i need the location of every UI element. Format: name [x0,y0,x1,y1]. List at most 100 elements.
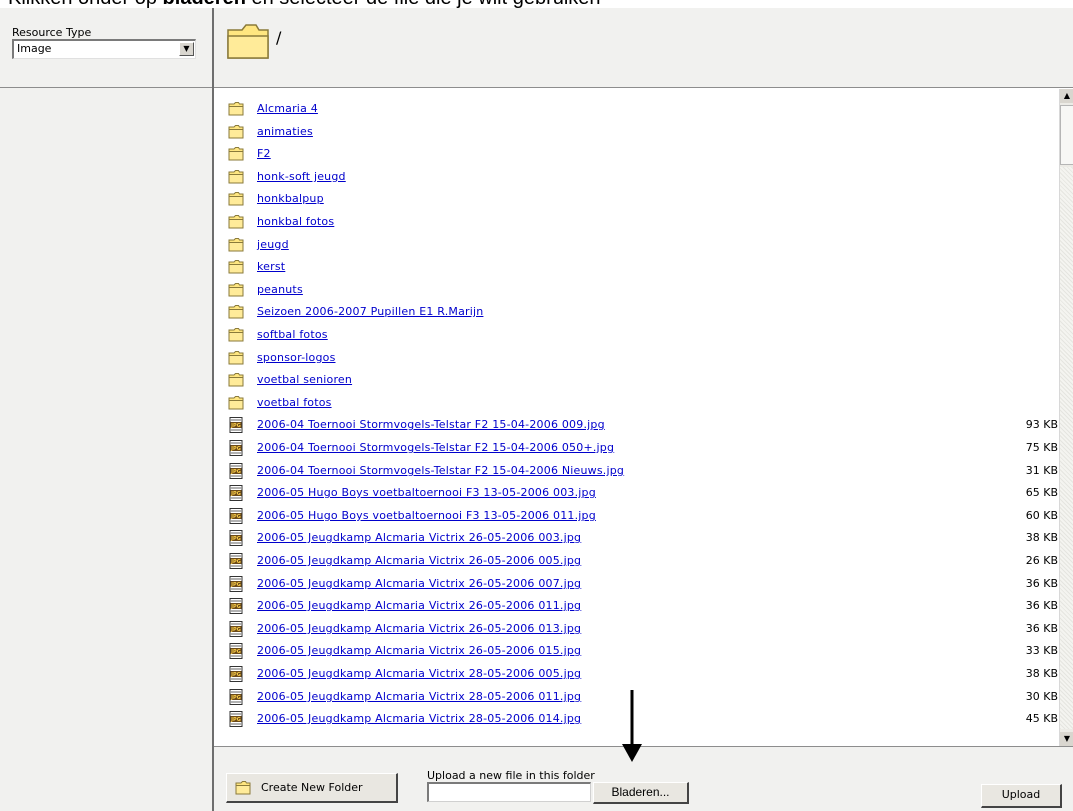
file-row[interactable]: JPG 2006-04 Toernooi Stormvogels-Telstar … [228,460,1058,482]
listing-scrollbar[interactable]: ▲ ▼ [1059,89,1073,746]
jpg-file-icon: JPG [229,463,243,479]
file-link[interactable]: 2006-05 Jeugdkamp Alcmaria Victrix 26-05… [257,554,581,567]
folder-row[interactable]: peanuts [228,279,1058,301]
file-link[interactable]: 2006-04 Toernooi Stormvogels-Telstar F2 … [257,464,624,477]
folder-link[interactable]: voetbal senioren [257,373,352,386]
file-link[interactable]: 2006-05 Jeugdkamp Alcmaria Victrix 26-05… [257,577,581,590]
file-row[interactable]: JPG 2006-05 Jeugdkamp Alcmaria Victrix 26… [228,573,1058,595]
file-row[interactable]: JPG 2006-04 Toernooi Stormvogels-Telstar … [228,437,1058,459]
scroll-thumb[interactable] [1060,105,1073,165]
svg-text:JPG: JPG [230,672,241,678]
file-size: 93 KB [1025,418,1058,431]
folder-icon [228,125,244,139]
folder-link[interactable]: jeugd [257,238,289,251]
scroll-track[interactable] [1060,167,1073,729]
folder-row[interactable]: jeugd [228,234,1058,256]
folder-link[interactable]: animaties [257,125,313,138]
browse-button[interactable]: Bladeren... [593,782,689,804]
create-folder-button[interactable]: Create New Folder [226,773,398,803]
file-link[interactable]: 2006-04 Toernooi Stormvogels-Telstar F2 … [257,441,614,454]
folder-link[interactable]: sponsor-logos [257,351,336,364]
file-path-input[interactable] [427,782,591,802]
svg-text:JPG: JPG [230,582,241,588]
folder-row[interactable]: sponsor-logos [228,347,1058,369]
current-folder-bar: / [214,8,1073,88]
file-row[interactable]: JPG 2006-05 Jeugdkamp Alcmaria Victrix 26… [228,618,1058,640]
folder-link[interactable]: honkbalpup [257,192,324,205]
file-row[interactable]: JPG 2006-05 Hugo Boys voetbaltoernooi F3 … [228,482,1058,504]
file-size: 26 KB [1025,554,1058,567]
folder-link[interactable]: honk-soft jeugd [257,170,346,183]
svg-text:JPG: JPG [230,446,241,452]
file-row[interactable]: JPG 2006-05 Jeugdkamp Alcmaria Victrix 26… [228,527,1058,549]
jpg-file-icon: JPG [229,576,243,592]
folder-row[interactable]: Seizoen 2006-2007 Pupillen E1 R.Marijn [228,301,1058,323]
folder-link[interactable]: F2 [257,147,271,160]
folder-row[interactable]: Alcmaria 4 [228,98,1058,120]
folder-row[interactable]: honk-soft jeugd [228,166,1058,188]
jpg-file-icon: JPG [229,440,243,456]
annotation-arrow-icon [622,690,642,762]
jpg-file-icon: JPG [229,530,243,546]
folder-link[interactable]: kerst [257,260,285,273]
folder-icon [228,351,244,365]
file-size: 65 KB [1025,486,1058,499]
resource-type-select[interactable]: Image ▼ [12,39,196,59]
file-row[interactable]: JPG 2006-05 Hugo Boys voetbaltoernooi F3 … [228,505,1058,527]
file-row[interactable]: JPG 2006-05 Jeugdkamp Alcmaria Victrix 26… [228,550,1058,572]
jpg-file-icon: JPG [229,689,243,705]
folder-row[interactable]: F2 [228,143,1058,165]
file-row[interactable]: JPG 2006-05 Jeugdkamp Alcmaria Victrix 26… [228,640,1058,662]
folder-row[interactable]: voetbal fotos [228,392,1058,414]
resource-type-panel: Resource Type Image ▼ [0,8,212,811]
folder-link[interactable]: peanuts [257,283,303,296]
create-folder-label: Create New Folder [261,781,363,794]
file-link[interactable]: 2006-05 Jeugdkamp Alcmaria Victrix 28-05… [257,712,581,725]
jpg-file-icon: JPG [229,508,243,524]
folder-link[interactable]: softbal fotos [257,328,328,341]
svg-text:JPG: JPG [230,491,241,497]
chevron-down-icon[interactable]: ▼ [179,42,194,56]
svg-text:JPG: JPG [230,695,241,701]
scroll-up-icon[interactable]: ▲ [1060,89,1073,103]
file-link[interactable]: 2006-05 Jeugdkamp Alcmaria Victrix 26-05… [257,531,581,544]
svg-text:JPG: JPG [230,649,241,655]
folder-row[interactable]: voetbal senioren [228,369,1058,391]
file-row[interactable]: JPG 2006-05 Jeugdkamp Alcmaria Victrix 26… [228,595,1058,617]
file-link[interactable]: 2006-05 Hugo Boys voetbaltoernooi F3 13-… [257,486,596,499]
file-size: 33 KB [1025,644,1058,657]
svg-text:JPG: JPG [230,717,241,723]
file-link[interactable]: 2006-05 Hugo Boys voetbaltoernooi F3 13-… [257,509,596,522]
file-link[interactable]: 2006-05 Jeugdkamp Alcmaria Victrix 26-05… [257,622,581,635]
file-link[interactable]: 2006-04 Toernooi Stormvogels-Telstar F2 … [257,418,605,431]
jpg-file-icon: JPG [229,553,243,569]
scroll-down-icon[interactable]: ▼ [1060,732,1073,746]
folder-icon [228,396,244,410]
folder-row[interactable]: softbal fotos [228,324,1058,346]
folder-row[interactable]: honkbalpup [228,188,1058,210]
folder-row[interactable]: animaties [228,121,1058,143]
jpg-file-icon: JPG [229,417,243,433]
folder-row[interactable]: honkbal fotos [228,211,1058,233]
folder-row[interactable]: kerst [228,256,1058,278]
upload-label: Upload a new file in this folder [427,769,595,782]
file-row[interactable]: JPG 2006-05 Jeugdkamp Alcmaria Victrix 28… [228,663,1058,685]
folder-link[interactable]: honkbal fotos [257,215,334,228]
folder-icon [228,238,244,252]
file-row[interactable]: JPG 2006-04 Toernooi Stormvogels-Telstar … [228,414,1058,436]
folder-icon [228,260,244,274]
folder-link[interactable]: Seizoen 2006-2007 Pupillen E1 R.Marijn [257,305,483,318]
folder-icon [228,147,244,161]
folder-icon [228,102,244,116]
upload-button[interactable]: Upload [981,784,1062,808]
folder-link[interactable]: voetbal fotos [257,396,332,409]
svg-text:JPG: JPG [230,423,241,429]
file-listing: Alcmaria 4 animaties F2 honk-soft jeugd honk… [214,89,1059,746]
current-path: / [276,28,282,47]
folder-link[interactable]: Alcmaria 4 [257,102,318,115]
file-link[interactable]: 2006-05 Jeugdkamp Alcmaria Victrix 28-05… [257,690,581,703]
file-link[interactable]: 2006-05 Jeugdkamp Alcmaria Victrix 28-05… [257,667,581,680]
file-link[interactable]: 2006-05 Jeugdkamp Alcmaria Victrix 26-05… [257,599,581,612]
file-size: 36 KB [1025,577,1058,590]
file-link[interactable]: 2006-05 Jeugdkamp Alcmaria Victrix 26-05… [257,644,581,657]
